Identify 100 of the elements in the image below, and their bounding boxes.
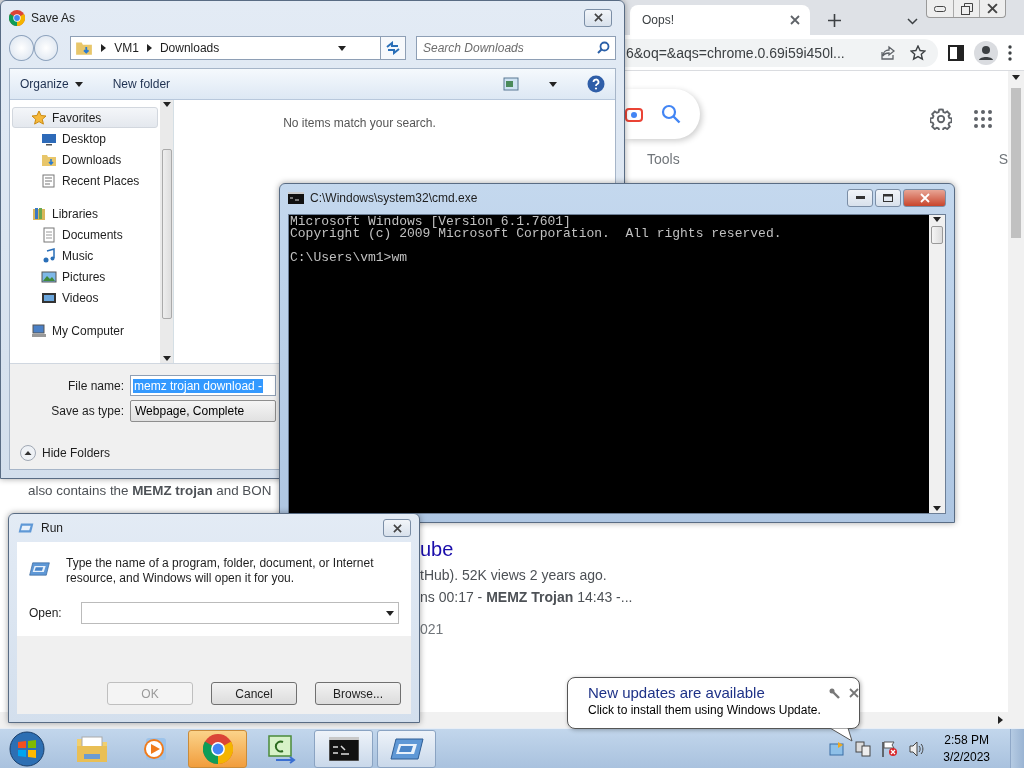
plus-icon[interactable] (828, 14, 841, 27)
collapse-icon (20, 445, 36, 461)
flag-icon[interactable] (881, 740, 900, 757)
scrollbar-thumb[interactable] (931, 226, 943, 244)
apps-grid-icon[interactable] (974, 110, 992, 128)
avatar-icon[interactable] (974, 40, 998, 65)
hide-folders-button[interactable]: Hide Folders (20, 445, 111, 461)
save-type-dropdown[interactable]: Webpage, Complete (130, 399, 276, 422)
maximize-button[interactable] (875, 188, 901, 207)
field-label: File name: (66, 378, 125, 393)
chevron-icon (997, 716, 1003, 724)
image-icon (41, 268, 57, 285)
caret-icon (549, 81, 557, 87)
view-icon[interactable] (503, 77, 519, 91)
browser-tab[interactable]: Oops! (630, 5, 810, 35)
scrollbar-thumb[interactable] (161, 148, 172, 319)
star-icon[interactable] (910, 44, 926, 61)
close-button[interactable] (383, 519, 411, 537)
clock-time[interactable]: 2:58 PM (944, 731, 989, 749)
menu-icon[interactable] (1008, 44, 1012, 61)
open-field[interactable] (81, 602, 399, 624)
console-line: Copyright (c) 2009 Microsoft Corporation. All rights reserved. (290, 228, 783, 240)
books-icon (31, 205, 47, 222)
code-file-icon (265, 733, 296, 764)
scroll-up-icon (1012, 75, 1020, 80)
new-folder-button[interactable]: New folder (112, 77, 171, 91)
nav-pane-item[interactable]: Desktop (12, 128, 158, 149)
search-field[interactable]: Search Downloads (416, 36, 616, 60)
address-field[interactable]: VM1 Downloads (70, 36, 382, 60)
star-icon (31, 109, 47, 126)
result-chapters: ns 00:17 - MEMZ Trojan 14:43 -... (420, 589, 634, 605)
balloon-pointer (830, 728, 854, 742)
dialog-button[interactable]: Cancel (211, 682, 297, 705)
scroll-down-icon (933, 506, 941, 511)
clock-date[interactable]: 3/2/2023 (943, 748, 990, 766)
minimize-button[interactable] (847, 188, 873, 207)
terminal-icon (328, 736, 359, 761)
search-box[interactable] (625, 89, 700, 139)
close-icon (848, 688, 859, 698)
nav-pane-item[interactable]: Videos (12, 287, 158, 308)
refresh-button[interactable] (381, 36, 406, 60)
scroll-up-icon (162, 102, 171, 107)
share-icon[interactable] (880, 44, 896, 61)
chrome-logo-icon (202, 733, 233, 764)
nav-pane-item[interactable]: Downloads (12, 149, 158, 170)
scrollbar-thumb[interactable] (1011, 88, 1021, 238)
caret-icon (338, 45, 347, 51)
result-title-link[interactable]: ube (420, 538, 1008, 561)
notification-message: Click to install them using Windows Update. (588, 703, 821, 717)
speaker-icon[interactable] (909, 740, 926, 757)
network-icon[interactable] (855, 740, 872, 757)
folder-icon (75, 734, 108, 763)
windows-orb-icon (9, 730, 45, 767)
folder-icon (75, 39, 94, 57)
close-button[interactable] (903, 188, 946, 207)
maximize-icon (883, 193, 893, 202)
close-icon (392, 523, 402, 533)
scrollbar[interactable] (1008, 71, 1024, 712)
run-window-icon (17, 522, 35, 534)
document-icon (41, 172, 57, 189)
nav-pane-item[interactable]: Recent Places (12, 170, 158, 191)
wrench-icon[interactable] (828, 688, 841, 700)
nav-pane-item[interactable]: Documents (12, 224, 158, 245)
nav-pane-item[interactable]: My Computer (12, 320, 158, 341)
camera-icon[interactable] (625, 105, 643, 123)
close-button[interactable] (584, 8, 612, 27)
dialog-button[interactable]: Browse... (315, 682, 401, 705)
window-title: C:\Windows\system32\cmd.exe (310, 190, 479, 205)
nav-pane-item[interactable]: Music (12, 245, 158, 266)
help-icon[interactable] (587, 75, 605, 93)
side-panel-icon[interactable] (948, 44, 964, 61)
nav-pane-item[interactable]: Pictures (12, 266, 158, 287)
chevron-down-icon[interactable] (907, 18, 918, 25)
tools-link[interactable]: Tools (647, 151, 680, 167)
settings-icon[interactable] (930, 108, 952, 130)
organize-button[interactable]: Organize (20, 77, 83, 91)
close-icon (593, 13, 603, 22)
breadcrumb-item[interactable]: VM1 (114, 41, 139, 55)
nav-pane-item[interactable]: Libraries (12, 203, 158, 224)
scroll-up-icon (933, 217, 941, 222)
address-bar[interactable]: 6&oq=&aqs=chrome.0.69i59i450l... (625, 38, 938, 67)
music-note-icon (41, 247, 57, 264)
window-title: Run (41, 521, 64, 535)
nav-pane-item[interactable]: Favorites (12, 107, 158, 128)
taskbar-app[interactable] (314, 729, 373, 768)
start-button[interactable] (6, 728, 48, 768)
caret-icon (386, 610, 394, 616)
run-instructions: Type the name of a program, folder, document, or Internet resource, and Windows will open it for you. (66, 556, 375, 586)
notification-balloon[interactable]: New updates are available Click to install them using Windows Update. (567, 677, 860, 729)
scrollbar[interactable] (160, 100, 174, 363)
breadcrumb-item[interactable]: Downloads (159, 41, 220, 55)
close-icon (919, 192, 930, 203)
minimize-icon[interactable] (934, 5, 946, 12)
result-date: 021 (420, 621, 445, 637)
scrollbar[interactable] (929, 215, 945, 513)
restore-icon[interactable] (960, 2, 973, 15)
field-label: Open: (29, 606, 61, 620)
search-icon[interactable] (661, 104, 681, 124)
console-line: Microsoft Windows [Version 6.1.7601] (290, 216, 571, 228)
search-tab[interactable]: S (998, 151, 1008, 167)
